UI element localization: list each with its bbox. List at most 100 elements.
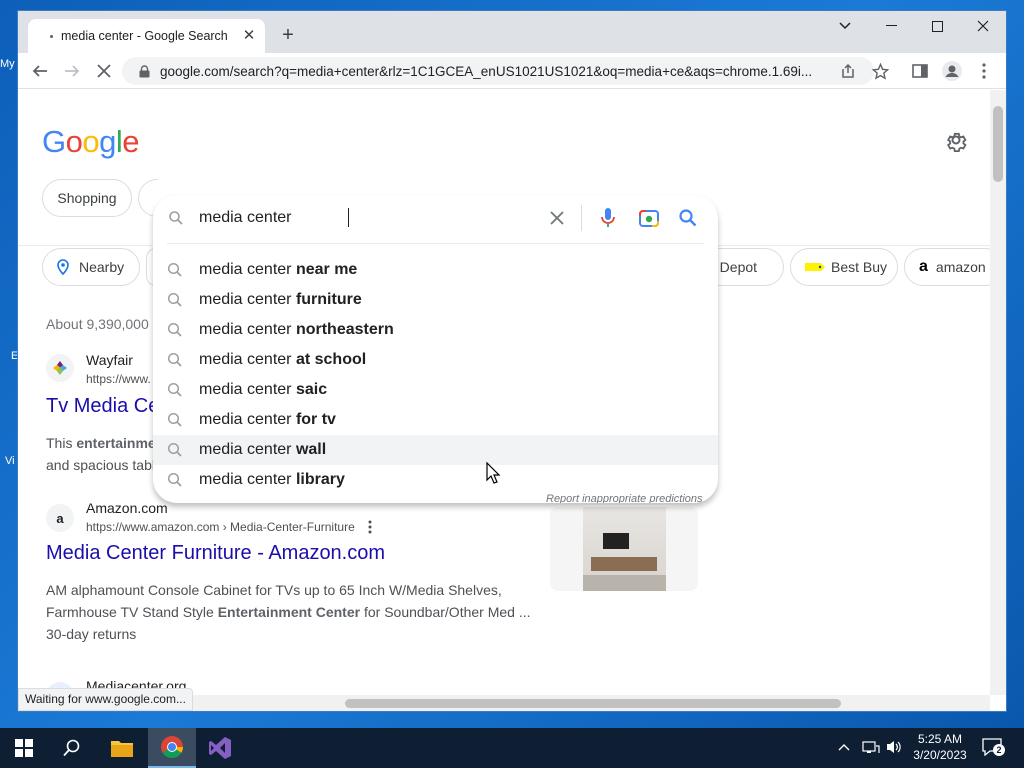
taskbar: 5:25 AM 3/20/2023 2 (0, 728, 1024, 768)
clock[interactable]: 5:25 AM 3/20/2023 (912, 732, 968, 762)
amazon-favicon-icon: a (46, 504, 74, 532)
avatar-icon (942, 61, 962, 81)
tab-google-search[interactable]: media center - Google Search ✕ (28, 19, 265, 53)
tab-strip: media center - Google Search ✕ + (18, 11, 1006, 53)
location-pin-icon (57, 259, 69, 275)
lock-icon[interactable] (136, 63, 152, 79)
network-icon[interactable] (862, 739, 880, 758)
result-site-name: Amazon.com (86, 500, 168, 516)
forward-button[interactable] (58, 57, 86, 85)
location-chip-home-depot[interactable]: e Depot (708, 248, 784, 286)
clear-icon (550, 211, 564, 225)
windows-logo-icon (15, 739, 33, 757)
clock-date: 3/20/2023 (913, 748, 967, 762)
chip-label: amazon (935, 259, 986, 275)
google-logo[interactable]: Google (42, 124, 140, 160)
result-site-name: Wayfair (86, 352, 133, 368)
new-tab-button[interactable]: + (276, 24, 300, 48)
search-icon (63, 739, 80, 757)
thumbnail-image (583, 507, 666, 591)
close-tab-icon[interactable]: ✕ (239, 26, 259, 46)
search-icon (167, 382, 182, 397)
camera-lens-icon (639, 210, 659, 227)
volume-icon[interactable] (886, 739, 902, 758)
minimize-button[interactable] (868, 11, 914, 41)
back-button[interactable] (26, 57, 54, 85)
share-button[interactable] (834, 57, 862, 85)
result-extra: 30-day returns (46, 626, 137, 642)
forward-arrow-icon (65, 65, 80, 77)
search-icon (167, 352, 182, 367)
settings-gear-icon[interactable] (944, 128, 968, 153)
result-options-icon[interactable] (368, 520, 378, 536)
chevron-down-icon (839, 22, 851, 30)
mouse-cursor-icon (486, 462, 500, 484)
scrollbar-thumb[interactable] (345, 699, 841, 708)
kebab-menu-icon (982, 63, 986, 79)
search-results-page: Google Shopping Nearby e Depot Best Buy … (18, 90, 990, 695)
search-box[interactable]: media center (153, 195, 718, 241)
report-predictions-link[interactable]: Report inappropriate predictions (546, 493, 703, 503)
visual-studio-button[interactable] (196, 728, 244, 768)
wayfair-favicon-icon (46, 354, 74, 382)
location-chip-amazon[interactable]: a amazon (904, 248, 990, 286)
chip-label: Shopping (57, 190, 117, 206)
file-explorer-button[interactable] (98, 728, 146, 768)
scrollbar-thumb[interactable] (993, 106, 1003, 182)
suggestion-item[interactable]: media center for tv (153, 405, 718, 435)
notification-badge: 2 (993, 744, 1005, 756)
filter-chip-shopping[interactable]: Shopping (42, 179, 132, 217)
clock-time: 5:25 AM (917, 732, 963, 746)
suggestion-item[interactable]: media center at school (153, 345, 718, 375)
url-text[interactable]: google.com/search?q=media+center&rlz=1C1… (160, 64, 830, 79)
search-icon (167, 442, 182, 457)
show-hidden-icons-chevron-icon[interactable] (838, 740, 850, 754)
close-icon (97, 64, 111, 78)
start-button[interactable] (0, 728, 48, 768)
chip-label: Best Buy (831, 259, 888, 275)
suggestion-item-highlighted[interactable]: media center wall (153, 435, 718, 465)
profile-button[interactable] (938, 57, 966, 85)
browser-window: media center - Google Search ✕ + google.… (18, 11, 1006, 711)
suggestion-item[interactable]: media center furniture (153, 285, 718, 315)
desktop-icon-label[interactable]: My (0, 58, 18, 70)
close-icon (977, 20, 989, 32)
taskbar-search-button[interactable] (48, 728, 96, 768)
text-caret (348, 208, 349, 227)
stop-loading-button[interactable] (90, 57, 118, 85)
tab-search-button[interactable] (822, 11, 868, 41)
folder-icon (111, 741, 133, 757)
result-snippet: AM alphamount Console Cabinet for TVs up… (46, 582, 531, 620)
search-icon (167, 262, 182, 277)
result-title-link[interactable]: Media Center Furniture - Amazon.com (46, 542, 385, 565)
amazon-logo-icon: a (919, 258, 928, 275)
tab-title: media center - Google Search (61, 29, 228, 43)
location-chip-best-buy[interactable]: Best Buy (790, 248, 898, 286)
suggestion-item[interactable]: media center near me (153, 255, 718, 285)
loading-indicator-icon (50, 34, 53, 38)
suggestion-item[interactable]: media center saic (153, 375, 718, 405)
location-chip-nearby[interactable]: Nearby (42, 248, 140, 286)
search-icon (167, 472, 182, 487)
vertical-scrollbar[interactable] (990, 90, 1006, 695)
result-thumbnail[interactable] (550, 507, 698, 591)
floor-shape (583, 575, 666, 591)
search-icon (167, 292, 182, 307)
tv-shape (603, 533, 629, 549)
close-window-button[interactable] (960, 11, 1006, 41)
chrome-taskbar-button[interactable] (148, 728, 196, 768)
search-icon (169, 211, 183, 225)
chip-label: Nearby (79, 259, 125, 275)
side-panel-button[interactable] (906, 57, 934, 85)
console-shape (591, 557, 657, 571)
notification-center-button[interactable]: 2 (982, 738, 1006, 758)
address-bar[interactable]: google.com/search?q=media+center&rlz=1C1… (122, 57, 874, 85)
maximize-button[interactable] (914, 11, 960, 41)
bookmark-button[interactable] (866, 57, 894, 85)
result-title-link[interactable]: Tv Media Ce (46, 395, 159, 418)
menu-button[interactable] (970, 57, 998, 85)
search-input[interactable]: media center (199, 209, 292, 227)
suggestion-item[interactable]: media center northeastern (153, 315, 718, 345)
star-icon (871, 62, 889, 80)
suggestion-item[interactable]: media center library (153, 465, 718, 495)
